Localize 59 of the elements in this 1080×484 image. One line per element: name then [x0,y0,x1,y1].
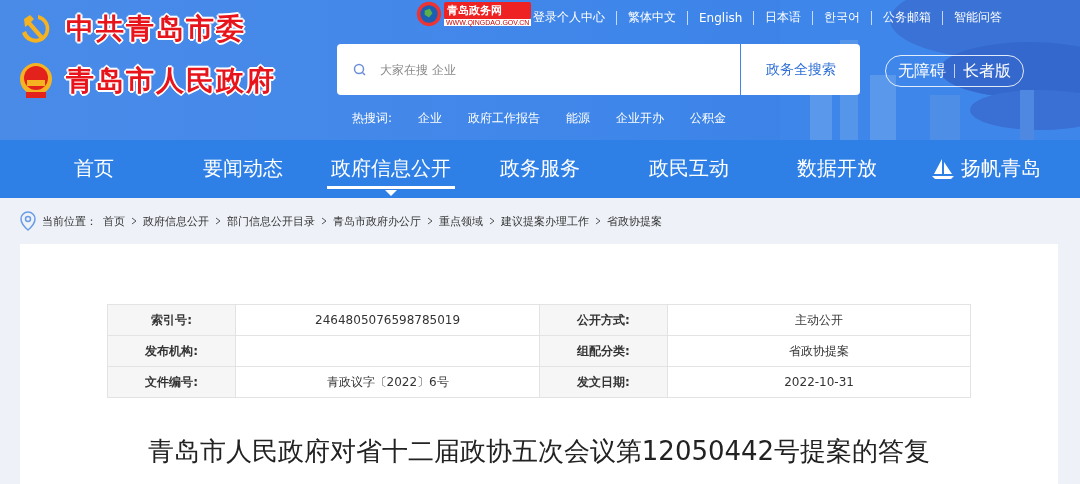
table-cell: 主动公开 [667,304,971,336]
document-title: 青岛市人民政府对省十二届政协五次会议第12050442号提案的答复 [146,435,932,468]
top-link[interactable]: 智能问答 [943,9,1014,26]
chevron-icon [427,217,433,225]
tab-pointer-icon [385,190,398,196]
globe-icon [416,1,442,27]
location-pin-icon [20,211,36,231]
breadcrumb-link[interactable]: 首页 [103,213,125,229]
hot-word-link[interactable]: 政府工作报告 [468,110,541,127]
hot-search-label: 热搜词: [352,110,393,127]
emblem-icon [18,62,54,100]
search-field[interactable]: 大家在搜 企业 [378,53,732,86]
table-cell: 2464805076598785019 [236,304,540,336]
chevron-icon [131,217,137,225]
nav-tab[interactable]: 数据开放 [793,149,882,189]
nav-tab[interactable]: 政民互动 [644,149,733,189]
breadcrumb-link[interactable]: 政府信息公开 [143,213,209,229]
breadcrumb-link[interactable]: 青岛市政府办公厅 [333,213,421,229]
site-logo-name: 青岛政务网 [444,2,532,19]
top-link[interactable]: English [688,10,754,25]
breadcrumb-link[interactable]: 省政协提案 [607,213,662,229]
search-bar[interactable]: 大家在搜 企业 政务全搜索 [337,44,860,95]
table-label-cell: 索引号: [107,304,236,336]
party-committee-title: 中共青岛市委 [66,11,246,47]
table-cell: 青政议字〔2022〕6号 [236,366,540,398]
nav-tab[interactable]: 要闻动态 [198,149,287,189]
nav-tab[interactable]: 政务服务 [496,149,584,189]
table-label-cell: 发布机构: [107,335,236,367]
nav-tab[interactable]: 扬帆青岛 [926,149,1045,189]
accessibility-link[interactable]: 无障碍 [898,60,946,82]
table-label-cell: 文件编号: [107,366,236,398]
breadcrumb-link[interactable]: 重点领域 [439,213,483,229]
breadcrumb-link[interactable]: 部门信息公开目录 [227,213,315,229]
accessibility-link[interactable]: 长者版 [963,60,1011,82]
search-button[interactable]: 政务全搜索 [741,44,860,95]
chevron-icon [489,217,495,225]
hot-word-link[interactable]: 公积金 [690,110,727,127]
hot-word-link[interactable]: 能源 [566,110,591,127]
table-cell: 省政协提案 [667,335,971,367]
chevron-icon [595,217,601,225]
table-label-cell: 组配分类: [539,335,668,367]
government-title: 青岛市人民政府 [66,63,276,99]
chevron-icon [321,217,327,225]
top-link[interactable]: 한국어 [813,9,872,26]
table-cell: 2022-10-31 [667,366,971,398]
hot-word-link[interactable]: 企业 [418,110,443,127]
top-link[interactable]: 日本语 [754,9,813,26]
top-link[interactable]: 公务邮箱 [872,9,943,26]
nav-tab[interactable]: 首页 [70,149,119,189]
top-link[interactable]: 繁体中文 [617,9,687,26]
sailboat-icon [930,157,955,180]
chevron-icon [215,217,221,225]
breadcrumb-label: 当前位置： [42,213,97,229]
table-label-cell: 发文日期: [539,366,668,398]
search-icon [353,63,366,76]
table-label-cell: 公开方式: [539,304,668,336]
nav-tab[interactable]: 政府信息公开 [327,149,456,189]
breadcrumb-link[interactable]: 建议提案办理工作 [501,213,589,229]
hot-word-link[interactable]: 企业开办 [616,110,665,127]
